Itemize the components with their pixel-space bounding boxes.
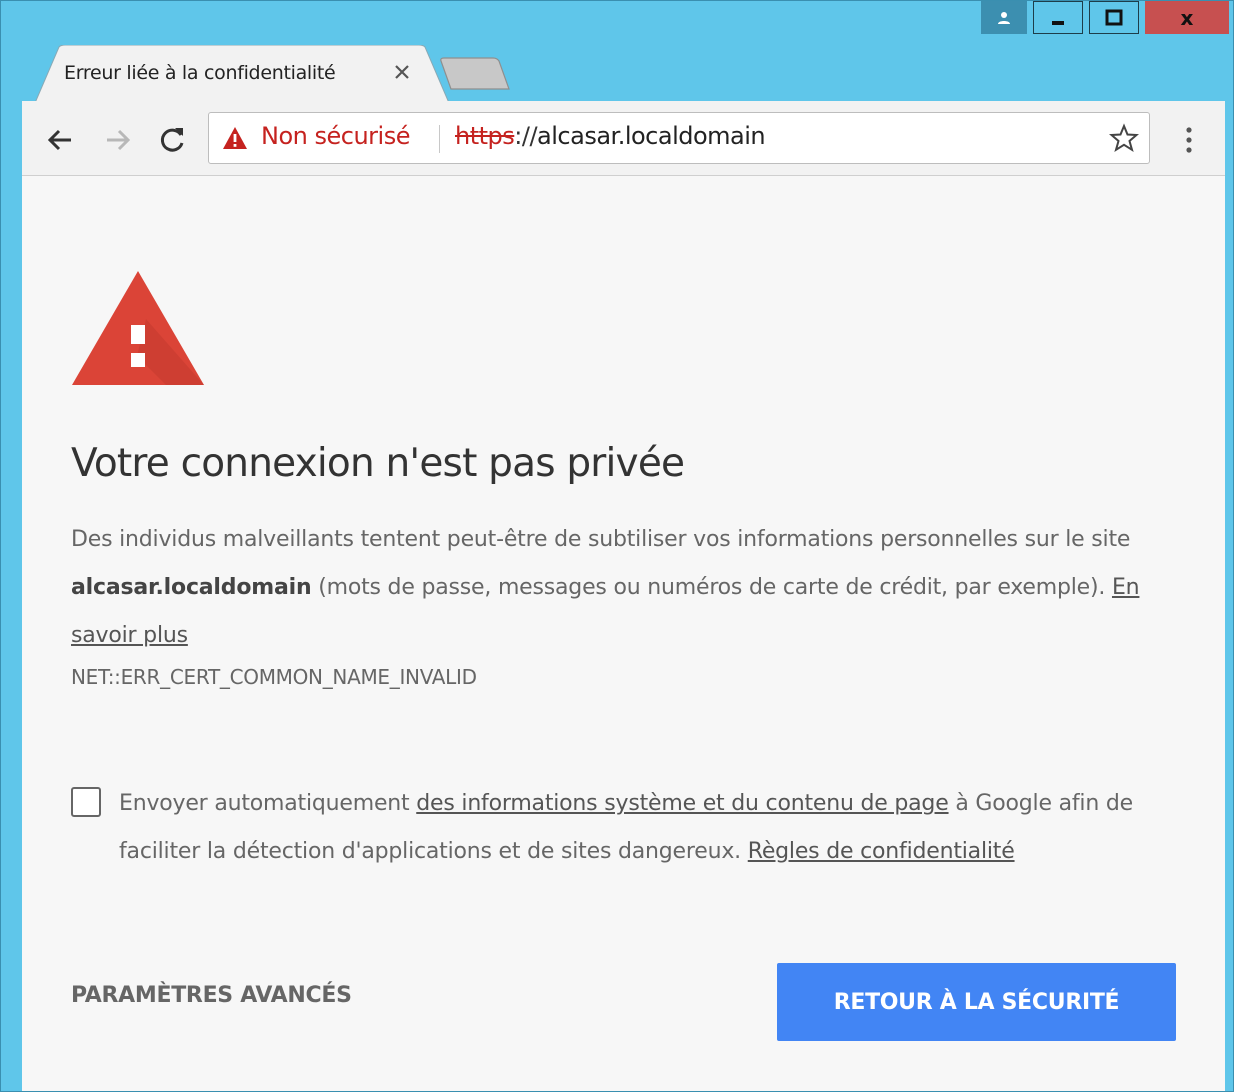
send-report-text: Envoyer automatiquement des informations… [119,780,1189,876]
explanation-text-1: Des individus malveillants tentent peut-… [71,527,1131,552]
user-profile-button[interactable] [981,1,1027,34]
site-host: alcasar.localdomain [71,575,312,600]
error-code: NET::ERR_CERT_COMMON_NAME_INVALID [71,665,477,689]
advanced-button[interactable]: PARAMÈTRES AVANCÉS [71,983,352,1008]
url-separator: :// [514,122,538,150]
warning-triangle-icon [72,271,204,385]
privacy-policy-link[interactable]: Règles de confidentialité [748,839,1015,864]
close-window-label: x [1180,5,1194,30]
maximize-icon [1105,9,1123,25]
explanation-paragraph: Des individus malveillants tentent peut-… [71,516,1191,660]
minimize-button[interactable] [1033,1,1083,34]
explanation-text-2: (mots de passe, messages ou numéros de c… [311,575,1112,600]
three-dots-vertical-icon[interactable] [1179,123,1199,157]
optin-text-1: Envoyer automatiquement [119,791,417,816]
url-host: alcasar.localdomain [537,122,766,150]
close-icon[interactable] [391,61,413,83]
reload-icon[interactable] [155,123,189,157]
arrow-right-icon[interactable] [101,123,135,157]
arrow-left-icon[interactable] [43,123,77,157]
person-icon [998,11,1010,24]
close-window-button[interactable]: x [1145,1,1229,34]
browser-window: x Erreur liée à la confidentialité Non s… [0,0,1234,1092]
new-tab-button[interactable] [437,57,513,91]
back-to-safety-button[interactable]: RETOUR À LA SÉCURITÉ [777,963,1176,1041]
url-scheme: https [455,122,515,150]
page-title: Votre connexion n'est pas privée [71,441,685,486]
warning-triangle-icon [223,127,247,149]
minimize-icon [1052,20,1064,25]
tab-title: Erreur liée à la confidentialité [64,62,336,84]
address-divider [439,125,440,153]
send-report-checkbox[interactable] [71,787,101,817]
url-text[interactable]: https://alcasar.localdomain [455,122,766,150]
security-chip-label[interactable]: Non sécurisé [261,122,410,150]
star-icon[interactable] [1109,123,1139,153]
maximize-button[interactable] [1089,1,1139,34]
system-info-link[interactable]: des informations système et du contenu d… [416,791,948,816]
